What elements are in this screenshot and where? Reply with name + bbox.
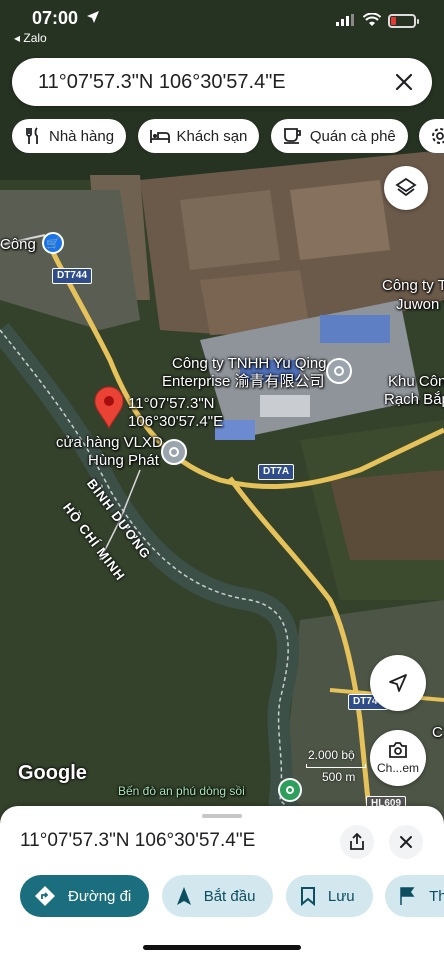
label-company2-line1: Công ty T xyxy=(382,277,444,294)
status-bar: 07:00 ◂ Zalo xyxy=(0,0,444,50)
wifi-icon xyxy=(363,13,381,26)
label-cong: Công xyxy=(0,236,36,253)
directions-button[interactable]: Đường đi xyxy=(20,875,150,917)
shop-place-icon[interactable] xyxy=(161,439,187,465)
label-shop-line1: cửa hàng VLXD xyxy=(56,434,163,451)
navigation-arrow-icon xyxy=(389,674,407,692)
category-chips: Nhà hàng Khách sạn Quán cà phê Đị xyxy=(12,119,444,153)
directions-icon xyxy=(35,886,55,906)
save-label: Lưu xyxy=(327,887,355,905)
navigation-arrow-icon xyxy=(176,887,191,905)
directions-label: Đường đi xyxy=(68,887,132,905)
add-label-button[interactable]: Thê xyxy=(385,875,444,917)
label-company2-line2: Juwon Việt xyxy=(396,296,444,313)
action-buttons: Đường đi Bắt đầu Lưu Thê xyxy=(20,875,444,917)
scale-meters: 500 m xyxy=(322,770,356,784)
search-bar[interactable]: 11°07'57.3"N 106°30'57.4"E xyxy=(12,58,432,106)
search-query[interactable]: 11°07'57.3"N 106°30'57.4"E xyxy=(38,71,286,94)
battery-icon xyxy=(388,14,419,28)
label-shop-line2: Hùng Phát xyxy=(88,452,159,469)
hotel-icon xyxy=(149,130,170,143)
chip-restaurants-label: Nhà hàng xyxy=(49,127,115,145)
bookmark-icon xyxy=(300,887,315,906)
save-button[interactable]: Lưu xyxy=(285,875,373,917)
gear-icon xyxy=(432,128,444,144)
back-to-zalo[interactable]: ◂ Zalo xyxy=(14,31,47,45)
chip-more[interactable]: Đị xyxy=(419,119,444,153)
label-khu-cong-line1: Khu Công xyxy=(388,373,444,390)
chip-restaurants[interactable]: Nhà hàng xyxy=(12,119,127,153)
share-button[interactable] xyxy=(340,825,374,859)
shopping-cart-icon[interactable]: 🛒 xyxy=(42,232,64,254)
label-company1-line2: Enterprise 渝青有限公司 xyxy=(162,373,325,390)
scale-feet: 2.000 bộ xyxy=(308,748,355,762)
label-khu-cong-line2: Rạch Bắp xyxy=(384,391,444,408)
share-icon xyxy=(350,833,364,850)
status-time: 07:00 xyxy=(32,8,79,28)
my-location-button[interactable] xyxy=(370,655,426,711)
google-logo: Google xyxy=(18,762,87,784)
company-place-icon[interactable] xyxy=(326,358,352,384)
close-icon xyxy=(400,836,412,848)
clear-search-icon[interactable] xyxy=(390,68,418,96)
cafe-icon xyxy=(283,128,301,144)
drag-handle[interactable] xyxy=(202,814,242,818)
add-label-label: Thê xyxy=(429,887,444,905)
pin-coord-line1: 11°07'57.3"N xyxy=(128,395,215,412)
scale-bar xyxy=(306,764,366,768)
layers-button[interactable] xyxy=(384,166,428,210)
start-button[interactable]: Bắt đầu xyxy=(161,875,274,917)
street-view-button[interactable]: Ch...em xyxy=(370,730,426,786)
location-arrow-icon xyxy=(87,11,99,23)
start-label: Bắt đầu xyxy=(203,887,256,905)
label-right-c: C xyxy=(432,724,443,741)
road-dt7a: DT7A xyxy=(258,464,295,480)
flag-icon xyxy=(400,887,415,905)
street-view-label: Ch...em xyxy=(376,761,419,775)
label-company1-line1: Công ty TNHH Yu Qing xyxy=(172,355,327,372)
ferry-place-icon[interactable] xyxy=(278,778,302,802)
pin-coord-line2: 106°30'57.4"E xyxy=(128,413,224,430)
chip-cafes[interactable]: Quán cà phê xyxy=(270,119,408,153)
chip-hotels-label: Khách sạn xyxy=(176,127,248,145)
restaurant-icon xyxy=(26,127,38,144)
signal-icon xyxy=(336,14,354,26)
chip-cafes-label: Quán cà phê xyxy=(309,127,396,145)
road-dt744-top: DT744 xyxy=(52,268,93,284)
close-sheet-button[interactable] xyxy=(389,825,423,859)
place-coordinates: 11°07'57.3"N 106°30'57.4"E xyxy=(20,830,256,851)
place-sheet[interactable]: 11°07'57.3"N 106°30'57.4"E Đường đi Bắt … xyxy=(0,806,444,960)
layers-icon xyxy=(395,177,417,197)
label-ben-do: Bến đò an phú dòng sồi xyxy=(118,784,245,798)
home-indicator xyxy=(143,945,301,950)
chip-hotels[interactable]: Khách sạn xyxy=(137,119,260,153)
street-view-icon xyxy=(389,742,407,758)
